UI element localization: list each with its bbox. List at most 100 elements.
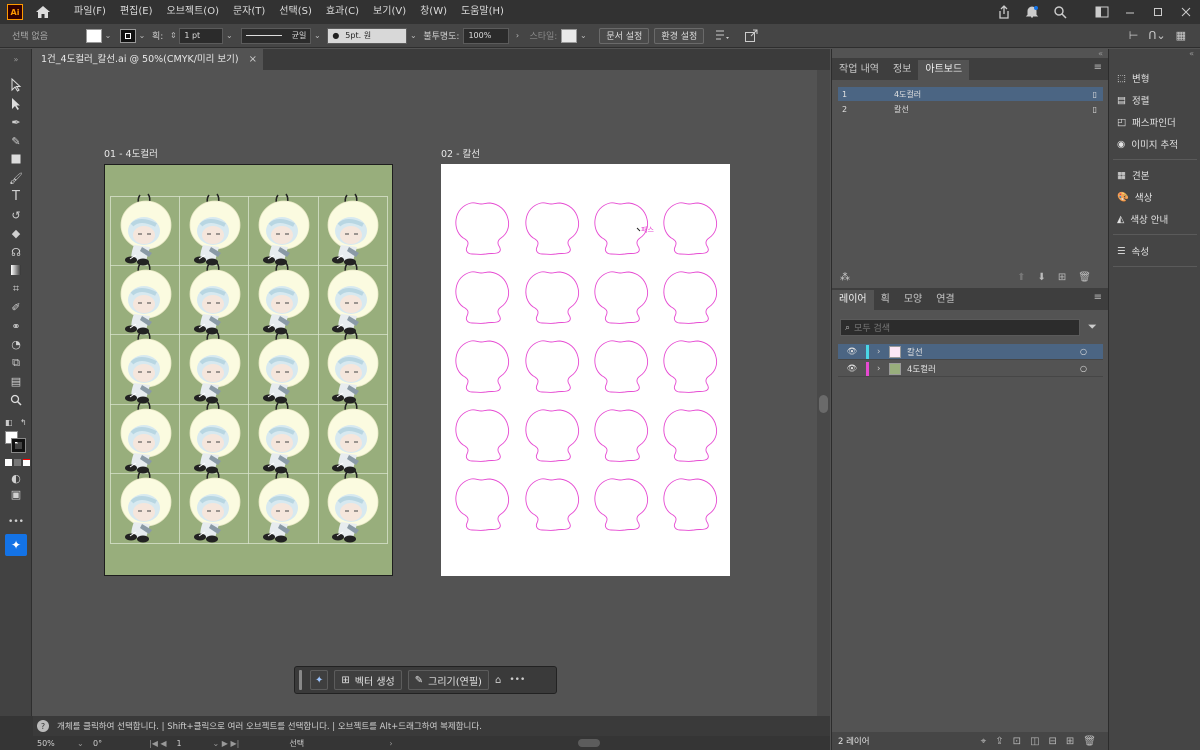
gradient-tool-icon[interactable] — [8, 262, 24, 278]
graph-tool-icon[interactable]: ▤ — [8, 373, 24, 389]
style-dropdown-icon[interactable]: ⌄ — [577, 29, 589, 43]
align-menu-icon[interactable] — [714, 29, 730, 43]
vertical-scrollbar[interactable] — [817, 70, 830, 716]
menu-file[interactable]: 파일(F) — [67, 0, 113, 24]
close-tab-icon[interactable]: × — [249, 49, 257, 70]
layer-row-cutline[interactable]: 👁 › 칼선 ○ — [838, 344, 1103, 360]
collect-export-icon[interactable]: ⊡ — [1013, 736, 1021, 747]
stroke-swatch[interactable] — [120, 28, 136, 43]
tab-links[interactable]: 연결 — [929, 290, 961, 310]
zoom-level[interactable]: 50% — [37, 739, 77, 748]
swap-colors-icon[interactable]: ↰ — [20, 418, 27, 427]
color-mode-icons[interactable] — [5, 459, 30, 466]
restore-icon[interactable] — [1144, 0, 1172, 24]
fill-dropdown-icon[interactable]: ⌄ — [102, 29, 114, 43]
share-icon[interactable] — [990, 0, 1018, 24]
tab-layers[interactable]: 레이어 — [832, 290, 874, 310]
stroke-profile-field[interactable]: 균일 — [241, 27, 312, 44]
document-tab[interactable]: 1건_4도컬러_칼선.ai @ 50%(CMYK/미리 보기) × — [33, 49, 263, 70]
panel-collapse-icon[interactable]: « — [1098, 49, 1103, 58]
curvature-tool-icon[interactable]: ✎ — [8, 133, 24, 149]
move-up-icon[interactable]: ⬆ — [1017, 272, 1025, 283]
expand-chevron-icon[interactable]: › — [877, 364, 889, 374]
task-bar-grip[interactable] — [299, 670, 302, 690]
brush-field[interactable]: ● 5pt. 원 — [327, 27, 408, 44]
new-artboard-icon[interactable]: ⊞ — [1058, 272, 1066, 283]
arrange-icon[interactable]: ⊢ — [1129, 29, 1139, 42]
dock-properties[interactable]: ☰ 속성 — [1117, 242, 1149, 260]
brush-dropdown-icon[interactable]: ⌄ — [407, 29, 419, 43]
dock-transform[interactable]: ⬚ 변형 — [1117, 69, 1149, 87]
default-colors-icon[interactable]: ◧ — [5, 418, 13, 427]
dock-swatches[interactable]: ▦ 견본 — [1117, 166, 1149, 184]
visibility-eye-icon[interactable]: 👁 — [838, 364, 866, 374]
close-window-icon[interactable] — [1172, 0, 1200, 24]
artboard-options-icon[interactable]: ▯ — [1093, 105, 1097, 114]
zoom-dropdown-icon[interactable]: ⌄ — [77, 739, 93, 748]
menu-view[interactable]: 보기(V) — [366, 0, 413, 24]
menu-select[interactable]: 선택(S) — [272, 0, 319, 24]
stroke-stepper-icon[interactable]: ⇕ — [167, 29, 179, 43]
delete-artboard-icon[interactable]: 🗑 — [1078, 272, 1091, 283]
anchor-icon[interactable]: ᑎ⌄ — [1148, 29, 1165, 42]
layer-target-icon[interactable]: ○ — [1080, 347, 1087, 356]
menu-window[interactable]: 창(W) — [413, 0, 454, 24]
pen-tool-icon[interactable]: ✒ — [8, 114, 24, 130]
tab-appearance[interactable]: 모양 — [897, 290, 929, 310]
scrollbar-thumb[interactable] — [819, 395, 828, 413]
fill-swatch[interactable] — [86, 28, 102, 43]
more-options-icon[interactable]: ••• — [509, 675, 525, 685]
notification-bell-icon[interactable] — [1018, 0, 1046, 24]
minimize-icon[interactable] — [1116, 0, 1144, 24]
dock-pathfinder[interactable]: ◰ 패스파인더 — [1117, 113, 1176, 131]
artboard-cutline[interactable]: 패스 — [441, 164, 730, 576]
tab-info[interactable]: 정보 — [886, 60, 918, 80]
status-arrow-icon[interactable]: › — [389, 739, 392, 748]
shape-builder-tool-icon[interactable]: ◔ — [8, 336, 24, 352]
dock-color-guide[interactable]: ◭ 색상 안내 — [1117, 210, 1168, 228]
stroke-weight-dropdown-icon[interactable]: ⌄ — [223, 29, 235, 43]
screen-mode-icon[interactable]: ▣ — [8, 486, 24, 502]
document-setup-button[interactable]: 문서 설정 — [599, 27, 650, 44]
horizontal-scroll-thumb[interactable] — [577, 739, 600, 747]
filter-icon[interactable]: ⏷ — [1088, 320, 1097, 334]
expand-chevron-icon[interactable]: › — [877, 347, 889, 357]
artboard-options-icon[interactable]: ▯ — [1093, 90, 1097, 99]
help-icon[interactable]: ? — [37, 720, 49, 732]
lasso-tool-icon[interactable]: ☊ — [8, 244, 24, 260]
layers-panel-menu-icon[interactable]: ≡ — [1094, 292, 1102, 303]
generative-recolor-icon[interactable]: ✦ — [5, 534, 27, 556]
direct-selection-tool-icon[interactable] — [8, 96, 24, 112]
tab-stroke[interactable]: 획 — [874, 290, 897, 310]
stroke-profile-dropdown-icon[interactable]: ⌄ — [311, 29, 323, 43]
preferences-button[interactable]: 환경 설정 — [654, 27, 705, 44]
opacity-field[interactable]: 100% — [463, 27, 510, 44]
pin-icon[interactable]: ⌂ — [495, 675, 501, 686]
locate-object-icon[interactable]: ⌖ — [981, 736, 987, 747]
draw-mode-icon[interactable]: ◐ — [8, 470, 24, 486]
paintbrush-tool-icon[interactable]: 🖌 — [8, 170, 24, 186]
first-artboard-icon[interactable]: |◀ ◀ — [149, 739, 167, 748]
artboards-panel-menu-icon[interactable]: ≡ — [1094, 62, 1102, 73]
workspace-switcher-icon[interactable] — [1088, 0, 1116, 24]
artboard-row-1[interactable]: 1 4도컬러 ▯ — [838, 87, 1103, 101]
dock-image-trace[interactable]: ◉ 이미지 추적 — [1117, 135, 1178, 153]
rotate-tool-icon[interactable]: ↺ — [8, 207, 24, 223]
stroke-color-box[interactable] — [11, 438, 26, 453]
layer-search-input[interactable]: ⌕ 모두 검색 — [840, 319, 1080, 336]
artboard-number[interactable]: 1 — [177, 739, 213, 748]
clipping-mask-icon[interactable]: ◫ — [1030, 736, 1039, 747]
artboard-row-2[interactable]: 2 칼선 ▯ — [838, 102, 1103, 116]
opacity-dropdown-icon[interactable]: › — [511, 29, 523, 43]
mesh-tool-icon[interactable]: ⌗ — [8, 281, 24, 297]
artboard-tool-icon[interactable]: ⧉ — [8, 355, 24, 371]
home-icon[interactable] — [35, 5, 51, 19]
menu-type[interactable]: 문자(T) — [226, 0, 272, 24]
type-tool-icon[interactable]: T — [8, 188, 24, 204]
delete-layer-icon[interactable]: 🗑 — [1083, 736, 1096, 747]
generative-icon-button[interactable]: ✦ — [310, 670, 329, 690]
rectangle-tool-icon[interactable] — [8, 151, 24, 167]
menu-edit[interactable]: 편집(E) — [113, 0, 160, 24]
rearrange-artboards-icon[interactable]: ⁂ — [840, 272, 850, 283]
menu-effect[interactable]: 효과(C) — [319, 0, 366, 24]
